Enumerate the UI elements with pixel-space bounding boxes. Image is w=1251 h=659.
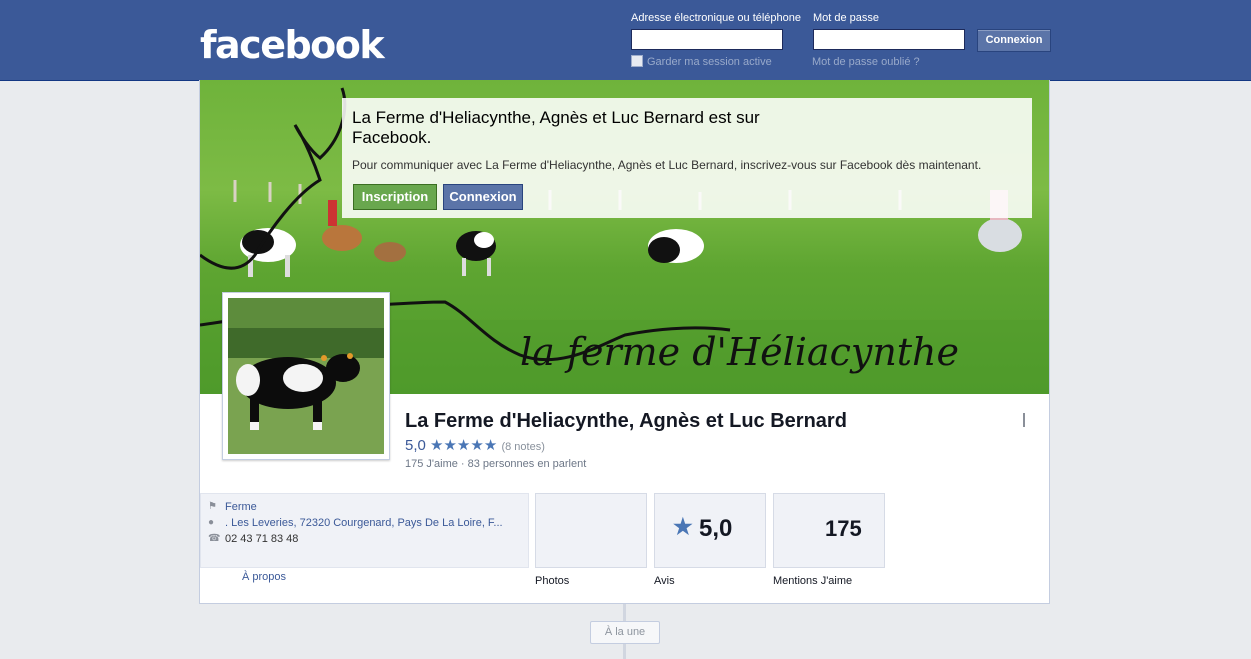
email-label: Adresse électronique ou téléphone [631,12,802,24]
about-box: ⚑ Ferme ● . Les Leveries, 72320 Courgenard… [200,493,529,568]
reviews-label[interactable]: Avis [654,575,675,587]
page-title: La Ferme d'Heliacynthe, Agnès et Luc Ber… [405,410,847,432]
keep-logged-in-label: Garder ma session active [647,56,772,68]
signup-title: La Ferme d'Heliacynthe, Agnès et Luc Ber… [352,108,760,147]
about-address-label: . Les Leveries, 72320 Courgenard, Pays D… [225,517,503,529]
top-bar: facebook Adresse électronique ou télépho… [0,0,1251,81]
page-rating[interactable]: 5,0 ★★★★★ (8 notes) [405,436,545,454]
likes-value: 175 [825,516,862,541]
keep-logged-in-checkbox[interactable] [631,55,643,67]
about-phone: ☎ 02 43 71 83 48 [208,533,299,545]
location-pin-icon: ● [208,517,215,528]
about-link[interactable]: À propos [242,571,286,583]
likes-label[interactable]: Mentions J'aime [773,575,852,587]
phone-icon: ☎ [208,533,221,544]
likes-tile[interactable]: 175 [773,493,885,568]
password-label: Mot de passe [813,12,880,24]
rating-count: (8 notes) [501,441,545,453]
star-icon: ★ [673,514,693,539]
rating-stars-icon: ★★★★★ [430,437,498,454]
signup-button[interactable]: Inscription [353,184,437,210]
reviews-value: 5,0 [699,515,733,542]
page-header-panel: la ferme d'Héliacynthe La Ferme d'Heliac… [199,80,1050,604]
divider-mark [1023,413,1025,427]
signup-login-button[interactable]: Connexion [443,184,523,210]
tag-icon: ⚑ [208,501,217,512]
about-category[interactable]: ⚑ Ferme [208,501,257,513]
keep-logged-in[interactable]: Garder ma session active [631,55,772,68]
cover-caption: la ferme d'Héliacynthe [520,330,959,374]
profile-picture-image [228,298,384,454]
reviews-tile[interactable]: ★ 5,0 [654,493,766,568]
about-address[interactable]: ● . Les Leveries, 72320 Courgenard, Pays … [208,517,503,529]
likes-summary: 175 J'aime · 83 personnes en parlent [405,458,587,470]
about-category-label: Ferme [225,501,257,513]
profile-picture[interactable] [222,292,390,460]
photos-tile[interactable] [535,493,647,568]
about-phone-label: 02 43 71 83 48 [225,533,299,545]
password-input[interactable] [813,29,965,50]
photos-label[interactable]: Photos [535,575,569,587]
login-button[interactable]: Connexion [977,29,1051,52]
signup-prompt-box: La Ferme d'Heliacynthe, Agnès et Luc Ber… [342,98,1032,218]
facebook-logo[interactable]: facebook [200,22,385,68]
rating-value: 5,0 [405,437,426,454]
timeline-highlights-button[interactable]: À la une [590,621,660,644]
forgot-password-link[interactable]: Mot de passe oublié ? [812,56,920,68]
email-input[interactable] [631,29,783,50]
signup-text: Pour communiquer avec La Ferme d'Heliacy… [352,158,982,172]
